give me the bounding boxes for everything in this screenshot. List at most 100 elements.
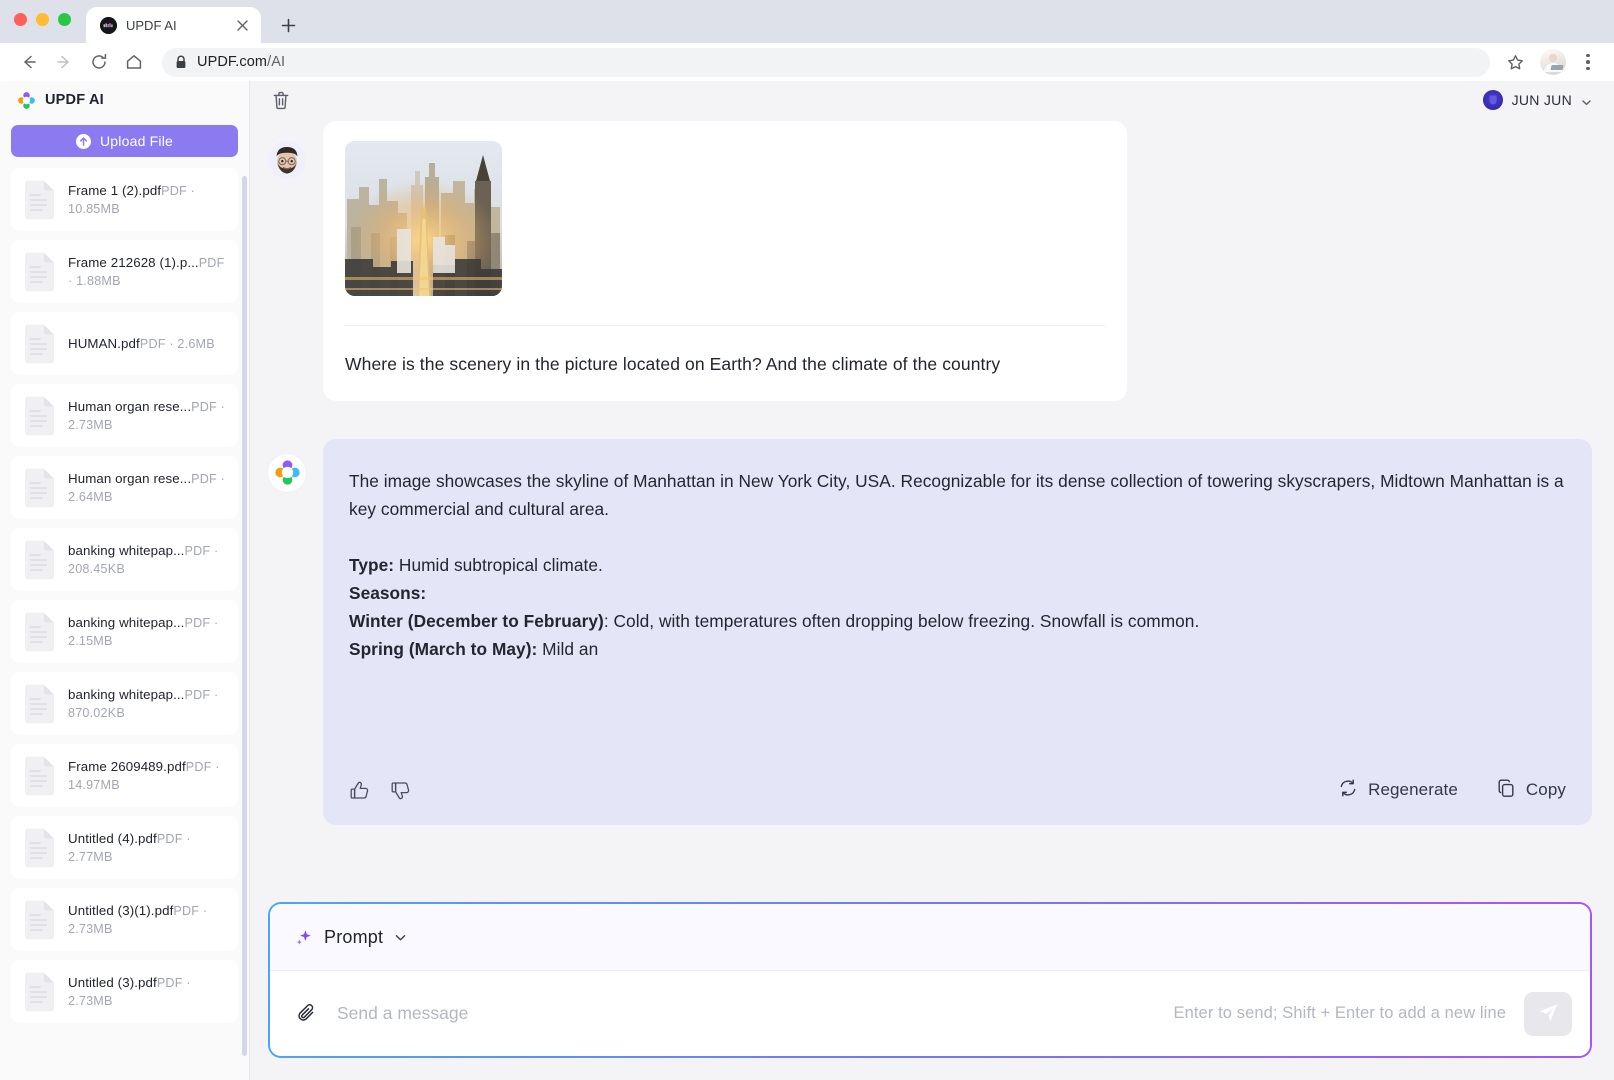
sidebar: UPDF AI Upload File Frame 1 (2).pdfPDF ·… [0,81,250,1080]
reload-icon[interactable] [84,47,114,77]
file-meta: Untitled (4).pdfPDF · 2.77MB [68,830,228,866]
ai-type-label: Type: [349,554,395,575]
close-window-button[interactable] [14,13,27,26]
browser-tab-title: UPDF AI [126,17,177,33]
window-traffic-lights [14,13,71,26]
address-bar[interactable]: UPDF.com/AI [162,47,1490,77]
browser-tab-updf-ai[interactable]: UPDF AI [86,7,261,43]
maximize-window-button[interactable] [58,13,71,26]
message-ai: The image showcases the skyline of Manha… [268,438,1592,825]
bubble-divider [345,325,1105,326]
copy-icon [1496,778,1516,803]
file-meta: Frame 1 (2).pdfPDF · 10.85MB [68,182,228,218]
browser-profile-avatar[interactable] [1540,49,1566,75]
chevron-down-icon [1581,95,1592,106]
file-list-item[interactable]: Frame 1 (2).pdfPDF · 10.85MB [11,168,238,231]
regenerate-button[interactable]: Regenerate [1338,778,1458,803]
refresh-icon [1338,778,1358,803]
ai-text-gap [349,523,1566,551]
upload-file-button[interactable]: Upload File [11,125,238,157]
file-list-item[interactable]: Human organ rese...PDF · 2.73MB [11,384,238,447]
ai-spring-value: Mild an [537,638,599,659]
file-meta: Frame 2609489.pdfPDF · 14.97MB [68,758,228,794]
prompt-selector[interactable]: Prompt [270,904,1590,970]
arrow-back-icon[interactable] [14,47,44,77]
composer-inner: Prompt Enter to send; Shift + Enter to [270,904,1590,1056]
ai-message-bubble: The image showcases the skyline of Manha… [323,438,1592,825]
ai-message-actions: Regenerate Copy [349,756,1566,803]
send-button[interactable] [1524,991,1572,1036]
tab-strip: UPDF AI [86,0,303,43]
file-list[interactable]: Frame 1 (2).pdfPDF · 10.85MB Frame 212628… [0,168,249,1080]
file-list-item[interactable]: banking whitepap...PDF · 2.15MB [11,600,238,663]
message-user: Where is the scenery in the picture loca… [268,121,1592,401]
user-message-text: Where is the scenery in the picture loca… [345,354,1001,374]
thumbs-up-icon[interactable] [349,780,370,801]
attached-image-manhattan[interactable] [345,141,502,296]
browser-toolbar: UPDF.com/AI [0,43,1614,81]
arrow-forward-icon[interactable] [49,47,79,77]
paperclip-icon[interactable] [294,1001,319,1026]
pdf-file-icon [23,972,56,1012]
lock-icon [175,55,187,69]
chat-scroll-area[interactable]: Where is the scenery in the picture loca… [250,119,1614,872]
ai-line-spring: Spring (March to May): Mild an [349,635,1566,663]
browser-titlebar: UPDF AI [0,0,1614,43]
message-input[interactable] [337,1003,1156,1024]
composer-hint: Enter to send; Shift + Enter to add a ne… [1173,1004,1506,1022]
home-icon[interactable] [119,47,149,77]
chevron-down-icon [394,931,407,944]
file-name: Untitled (4).pdf [68,830,157,846]
updf-favicon-icon [100,16,117,34]
ai-paragraph-intro: The image showcases the skyline of Manha… [349,470,1564,519]
updf-ai-logo-icon [268,453,306,492]
thumbs-down-icon[interactable] [390,780,411,801]
file-meta: Frame 212628 (1).p...PDF · 1.88MB [68,254,228,290]
pdf-file-icon [23,900,56,940]
ai-line-type: Type: Humid subtropical climate. [349,551,1566,579]
sparkle-icon [294,928,313,947]
file-list-item[interactable]: Frame 2609489.pdfPDF · 14.97MB [11,744,238,807]
ai-winter-label: Winter (December to February) [349,610,604,631]
user-name-label: JUN JUN [1511,92,1572,108]
file-meta: banking whitepap...PDF · 870.02KB [68,686,228,722]
regenerate-label: Regenerate [1368,780,1458,799]
file-name: Untitled (3).pdf [68,974,157,990]
file-meta: banking whitepap...PDF · 208.45KB [68,542,228,578]
pdf-file-icon [23,684,56,724]
file-name: Frame 212628 (1).p... [68,254,199,270]
pdf-file-icon [23,540,56,580]
user-message-bubble: Where is the scenery in the picture loca… [323,121,1127,401]
file-list-item[interactable]: Untitled (3)(1).pdfPDF · 2.73MB [11,888,238,951]
composer-wrapper: Prompt Enter to send; Shift + Enter to [250,872,1614,1080]
file-list-item[interactable]: banking whitepap...PDF · 208.45KB [11,528,238,591]
close-icon[interactable] [233,16,251,34]
new-tab-button[interactable] [273,10,303,40]
file-name: banking whitepap... [68,542,185,558]
pdf-file-icon [23,180,56,220]
sidebar-scrollbar[interactable] [242,176,247,1056]
url-path: /AI [267,54,286,70]
user-menu[interactable]: JUN JUN [1482,90,1592,110]
file-list-item[interactable]: Human organ rese...PDF · 2.64MB [11,456,238,519]
file-list-item[interactable]: Untitled (3).pdfPDF · 2.73MB [11,960,238,1023]
pdf-file-icon [23,756,56,796]
trash-icon[interactable] [268,87,294,113]
file-list-item[interactable]: Frame 212628 (1).p...PDF · 1.88MB [11,240,238,303]
file-list-item[interactable]: banking whitepap...PDF · 870.02KB [11,672,238,735]
star-icon[interactable] [1501,48,1529,76]
user-memoji-avatar [268,141,306,179]
prompt-label: Prompt [324,926,384,947]
file-list-item[interactable]: HUMAN.pdfPDF · 2.6MB [11,312,238,375]
kebab-menu-icon[interactable] [1576,48,1600,76]
pdf-file-icon [23,252,56,292]
vote-group [349,780,411,801]
copy-button[interactable]: Copy [1496,778,1566,803]
ai-line-winter: Winter (December to February): Cold, wit… [349,607,1566,635]
file-name: Frame 1 (2).pdf [68,182,162,198]
file-list-item[interactable]: Untitled (4).pdfPDF · 2.77MB [11,816,238,879]
file-meta: Untitled (3).pdfPDF · 2.73MB [68,974,228,1010]
ai-type-value: Humid subtropical climate. [394,554,603,575]
minimize-window-button[interactable] [36,13,49,26]
pdf-file-icon [23,468,56,508]
